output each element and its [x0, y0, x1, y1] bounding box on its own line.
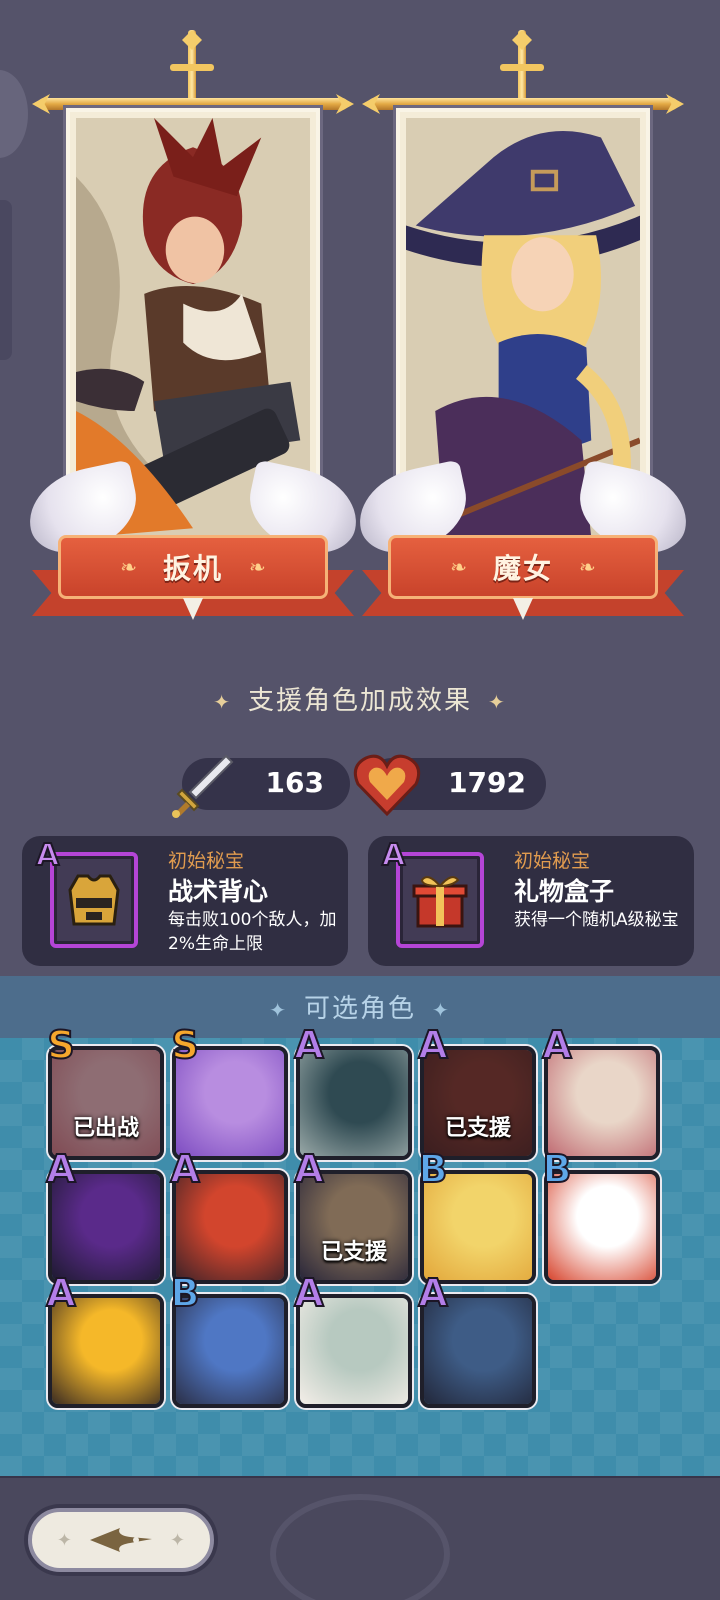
health-value: 1792: [448, 766, 526, 799]
sparkle-icon: ✦: [56, 1529, 72, 1551]
relic-type: 初始秘宝: [168, 850, 245, 872]
health-stat: 1792: [353, 754, 546, 817]
hero-grade-badge: B: [418, 1146, 449, 1192]
hero-grade-badge: S: [46, 1022, 75, 1068]
hero-name: 魔女: [492, 552, 553, 585]
relic-card-2[interactable]: A 初始秘宝 礼物盒子 获得一个随机A级秘宝: [368, 836, 694, 966]
banner-rod-tip: [512, 30, 532, 50]
relic-description: 获得一个随机A级秘宝: [514, 910, 679, 930]
hero-grade-badge: A: [541, 1022, 572, 1068]
relic-icon-frame: [50, 852, 138, 948]
roster-heading: ✦ 可选角色 ✦: [0, 988, 720, 1025]
hero-name: 扳机: [162, 552, 223, 585]
flourish-icon: ✦: [488, 690, 507, 714]
flourish-icon: ❧: [579, 555, 596, 579]
hero-grade-badge: B: [170, 1270, 201, 1316]
vest-icon: [68, 874, 120, 926]
support-slot-2[interactable]: ❧ 魔女 ❧: [350, 30, 696, 630]
flourish-icon: ❧: [120, 555, 137, 579]
hero-grade-badge: B: [542, 1146, 573, 1192]
attack-value: 163: [265, 766, 324, 799]
support-slot-1[interactable]: ❧ 扳机 ❧: [20, 30, 366, 630]
hero-grade-badge: A: [293, 1022, 324, 1068]
flourish-icon: ✦: [213, 690, 232, 714]
hero-grade-badge: A: [293, 1146, 324, 1192]
hero-grade-badge: S: [170, 1022, 199, 1068]
hero-grade-badge: A: [293, 1270, 324, 1316]
back-arrow-icon: [90, 1528, 152, 1552]
hero-name-ribbon: ❧ 魔女 ❧: [388, 535, 658, 599]
hero-grade-badge: A: [45, 1270, 76, 1316]
sword-icon: [172, 754, 234, 818]
hero-grade-badge: A: [169, 1146, 200, 1192]
relic-card-1[interactable]: A 初始秘宝 战术背心 每击败100个敌人，加2%生命上限: [22, 836, 348, 966]
banner-rod-cross: [170, 64, 214, 71]
relic-description: 每击败100个敌人，加2%生命上限: [168, 910, 337, 954]
hero-status-label: 已支援: [444, 1116, 511, 1141]
hero-status-label: 已出战: [72, 1116, 139, 1141]
hero-grade-badge: A: [417, 1270, 448, 1316]
support-select-screen: ❧ 扳机 ❧ ❧ 魔女 ❧ ✦ 支援角色加成效果 ✦ 163 1792 A 初始…: [0, 0, 720, 1600]
hero-grade-badge: A: [417, 1022, 448, 1068]
hero-status-label: 已支援: [320, 1240, 387, 1265]
side-tab[interactable]: [0, 200, 12, 360]
relic-icon-frame: [396, 852, 484, 948]
relic-name: 战术背心: [168, 877, 269, 906]
back-button[interactable]: ✦ ✦: [28, 1508, 214, 1572]
relic-type: 初始秘宝: [514, 850, 591, 872]
relic-grade-badge: A: [35, 837, 60, 874]
flourish-icon: ❧: [450, 555, 467, 579]
support-bonus-heading: ✦ 支援角色加成效果 ✦: [0, 680, 720, 717]
support-bonus-title: 支援角色加成效果: [247, 686, 472, 716]
hero-name-ribbon: ❧ 扳机 ❧: [58, 535, 328, 599]
sparkle-icon: ✦: [170, 1529, 186, 1551]
heart-icon: [353, 754, 421, 817]
flourish-icon: ✦: [432, 998, 451, 1022]
flourish-icon: ✦: [269, 998, 288, 1022]
gift-box-icon: [412, 876, 468, 928]
relic-grade-badge: A: [381, 837, 406, 874]
side-menu-handle[interactable]: [0, 70, 28, 158]
banner-rod-cross: [500, 64, 544, 71]
hero-grade-badge: A: [45, 1146, 76, 1192]
flourish-icon: ❧: [249, 555, 266, 579]
banner-rod-tip: [182, 30, 202, 50]
relic-name: 礼物盒子: [514, 877, 615, 906]
attack-stat: 163: [172, 754, 350, 818]
